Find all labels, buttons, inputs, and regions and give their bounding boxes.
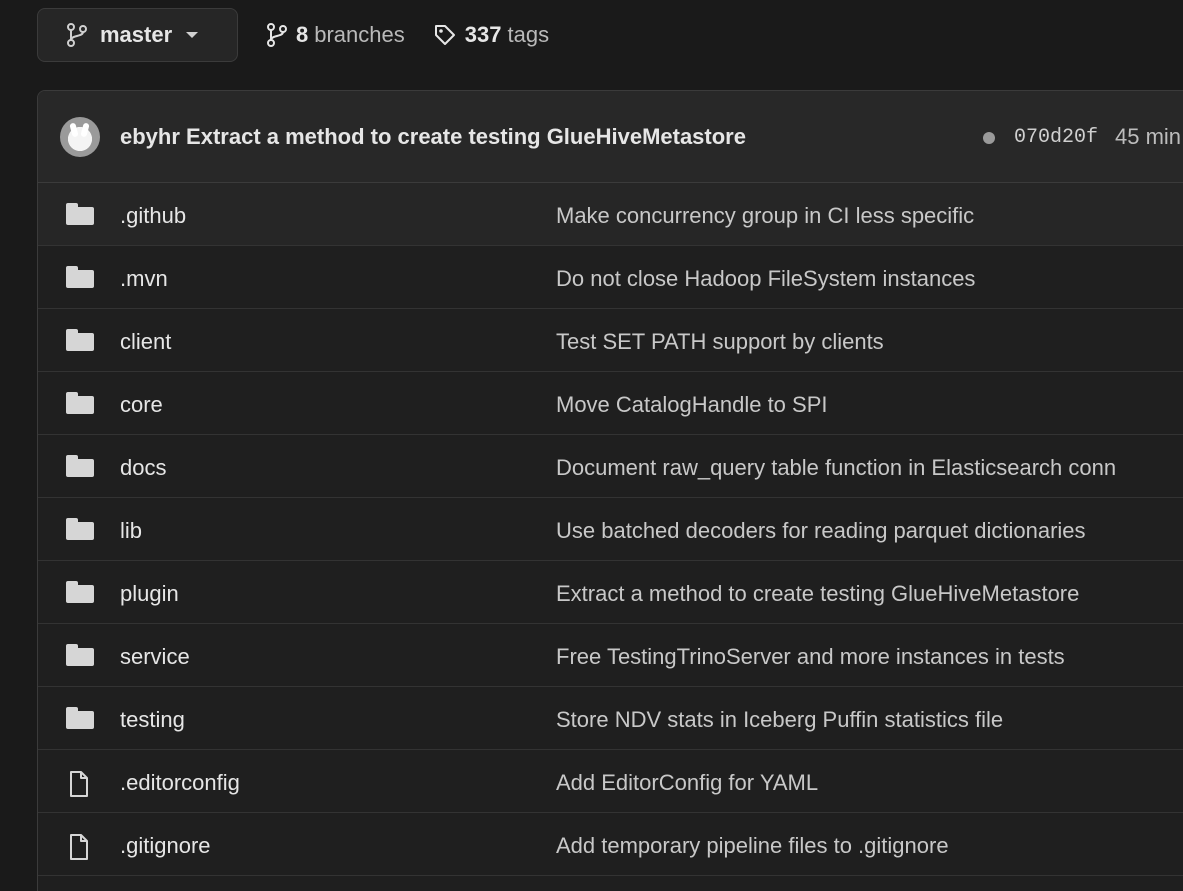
latest-commit-message: ebyhr Extract a method to create testing…: [120, 124, 746, 150]
file-row[interactable]: .mvn Do not close Hadoop FileSystem insta…: [38, 246, 1183, 309]
folder-icon: [66, 581, 94, 603]
folder-icon: [66, 707, 94, 729]
file-commit-message-link[interactable]: Do not close Hadoop FileSystem instances: [556, 266, 975, 292]
file-row[interactable]: .editorconfig Add EditorConfig for YAML: [38, 750, 1183, 813]
file-row[interactable]: .gitignore Add temporary pipeline files t…: [38, 813, 1183, 876]
branch-selector-button[interactable]: master: [37, 8, 238, 62]
file-name-link[interactable]: client: [120, 329, 171, 355]
file-row[interactable]: client Test SET PATH support by clients: [38, 309, 1183, 372]
file-name-link[interactable]: core: [120, 392, 163, 418]
file-commit-message-link[interactable]: Make concurrency group in CI less specif…: [556, 203, 974, 229]
file-commit-message-link[interactable]: Use batched decoders for reading parquet…: [556, 518, 1086, 544]
repo-topbar: master 8 branches 337 tags: [37, 8, 549, 62]
file-commit-message-link[interactable]: Store NDV stats in Iceberg Puffin statis…: [556, 707, 1003, 733]
file-name-link[interactable]: .github: [120, 203, 186, 229]
file-commit-message-link[interactable]: Add temporary pipeline files to .gitigno…: [556, 833, 949, 859]
file-commit-message-link[interactable]: Extract a method to create testing GlueH…: [556, 581, 1079, 607]
folder-icon: [66, 455, 94, 477]
file-row[interactable]: docs Document raw_query table function in…: [38, 435, 1183, 498]
tag-icon: [434, 25, 455, 45]
commit-message-link[interactable]: Extract a method to create testing GlueH…: [186, 124, 746, 149]
file-name-link[interactable]: testing: [120, 707, 185, 733]
file-commit-message-link[interactable]: Document raw_query table function in Ela…: [556, 455, 1116, 481]
status-dot-icon[interactable]: [983, 132, 995, 144]
file-commit-message-link[interactable]: Test SET PATH support by clients: [556, 329, 884, 355]
file-name-link[interactable]: .mvn: [120, 266, 168, 292]
commit-author[interactable]: ebyhr: [120, 124, 180, 149]
folder-icon: [66, 392, 94, 414]
file-row[interactable]: .github Make concurrency group in CI less…: [38, 183, 1183, 246]
file-row[interactable]: plugin Extract a method to create testing…: [38, 561, 1183, 624]
latest-commit-bar: ebyhr Extract a method to create testing…: [38, 91, 1183, 183]
folder-icon: [66, 644, 94, 666]
file-commit-message-link[interactable]: Add EditorConfig for YAML: [556, 770, 818, 796]
file-commit-message-link[interactable]: Move CatalogHandle to SPI: [556, 392, 828, 418]
chevron-down-icon: [186, 32, 199, 38]
folder-icon: [66, 329, 94, 351]
git-branch-icon: [67, 23, 87, 47]
branches-label: branches: [314, 22, 405, 47]
avatar[interactable]: [60, 117, 100, 157]
folder-icon: [66, 203, 94, 225]
branches-link[interactable]: 8 branches: [266, 22, 405, 48]
file-name-link[interactable]: service: [120, 644, 190, 670]
file-row[interactable]: testing Store NDV stats in Iceberg Puffin…: [38, 687, 1183, 750]
file-name-link[interactable]: plugin: [120, 581, 179, 607]
repo-page: master 8 branches 337 tags ebyhr Extract…: [0, 0, 1183, 891]
file-icon: [66, 770, 92, 803]
tags-label: tags: [507, 22, 550, 47]
folder-icon: [66, 266, 94, 288]
file-browser: ebyhr Extract a method to create testing…: [37, 90, 1183, 891]
folder-icon: [66, 518, 94, 540]
branch-name: master: [100, 22, 173, 47]
branches-count: 8: [296, 22, 309, 47]
commit-sha[interactable]: 070d20f: [1014, 126, 1098, 149]
tags-count: 337: [464, 22, 502, 47]
commit-time: 45 min: [1115, 124, 1182, 149]
file-row[interactable]: core Move CatalogHandle to SPI: [38, 372, 1183, 435]
file-icon: [66, 833, 92, 866]
file-row[interactable]: lib Use batched decoders for reading parq…: [38, 498, 1183, 561]
tags-link[interactable]: 337 tags: [433, 22, 549, 48]
file-name-link[interactable]: docs: [120, 455, 166, 481]
file-row[interactable]: service Free TestingTrinoServer and more …: [38, 624, 1183, 687]
git-branch-icon: [267, 23, 287, 47]
file-commit-message-link[interactable]: Free TestingTrinoServer and more instanc…: [556, 644, 1065, 670]
file-list: .github Make concurrency group in CI less…: [38, 183, 1183, 876]
file-name-link[interactable]: .editorconfig: [120, 770, 240, 796]
file-name-link[interactable]: .gitignore: [120, 833, 211, 859]
file-name-link[interactable]: lib: [120, 518, 142, 544]
